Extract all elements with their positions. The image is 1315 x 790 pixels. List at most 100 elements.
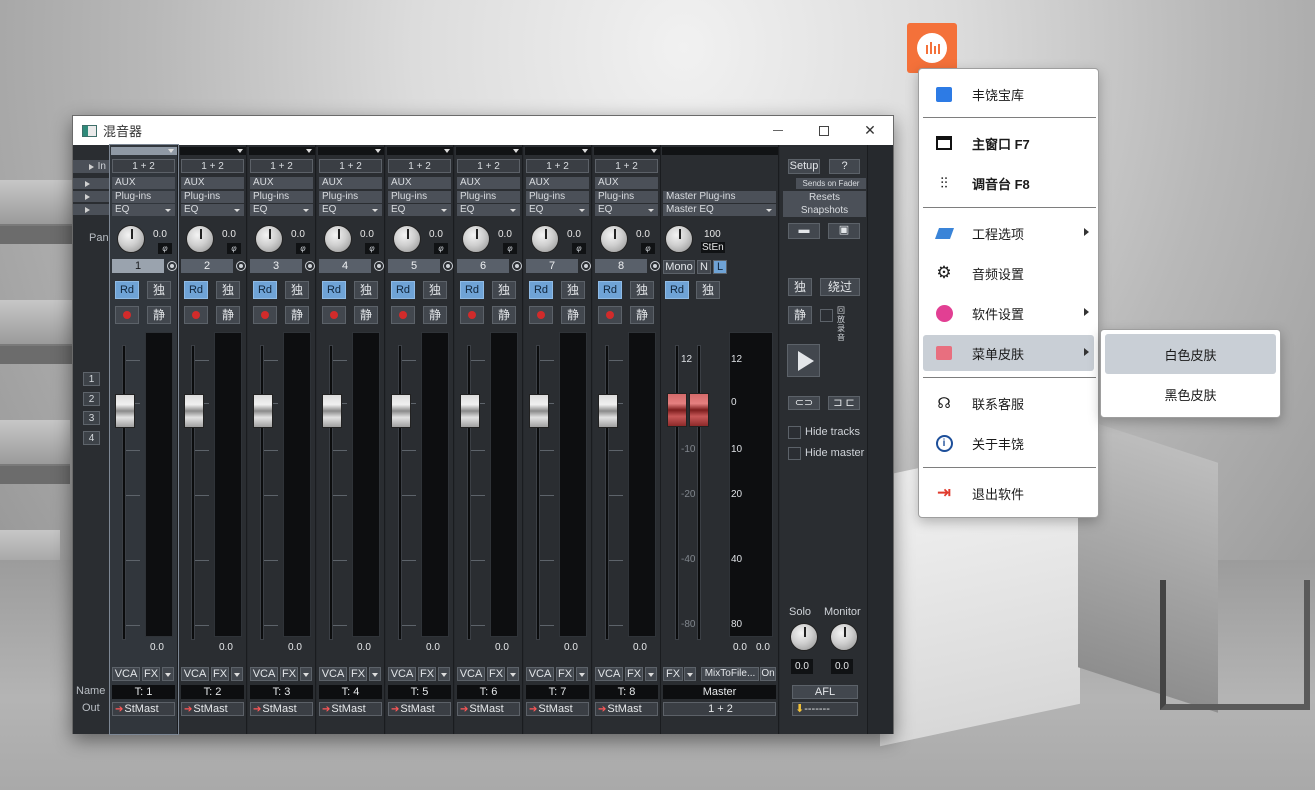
n-button[interactable]: N xyxy=(697,260,711,274)
vca-button[interactable]: VCA xyxy=(388,667,416,681)
fx-button[interactable]: FX xyxy=(556,667,574,681)
channel-number[interactable]: 1 xyxy=(112,259,164,273)
plugins-slot[interactable]: Plug-ins xyxy=(457,191,520,203)
menu-item-exit[interactable]: ⇥ 退出软件 xyxy=(923,475,1094,511)
input-select[interactable]: 1 + 2 xyxy=(112,159,175,173)
monitor-out-select[interactable]: ⬇------- xyxy=(792,702,858,716)
eq-slot[interactable]: EQ xyxy=(595,204,658,216)
channel-number[interactable]: 6 xyxy=(457,259,509,273)
aux-slot[interactable]: AUX xyxy=(181,177,244,189)
menu-item-mixer[interactable]: ⫶⫶ 调音台 F8 xyxy=(923,165,1094,201)
master-fader-left[interactable] xyxy=(667,393,687,427)
afl-button[interactable]: AFL xyxy=(792,685,858,699)
l-button[interactable]: L xyxy=(713,260,727,274)
fx-dropdown[interactable] xyxy=(300,667,312,681)
record-arm-button[interactable] xyxy=(253,306,277,324)
channel-color-bar[interactable] xyxy=(387,147,453,155)
snapshots-button[interactable]: Snapshots xyxy=(783,204,866,217)
plugins-slot[interactable]: Plug-ins xyxy=(250,191,313,203)
eq-slot[interactable]: EQ xyxy=(112,204,175,216)
fx-button[interactable]: FX xyxy=(280,667,298,681)
mixtofile-button[interactable]: MixToFile... xyxy=(701,667,759,681)
record-arm-button[interactable] xyxy=(184,306,208,324)
phase-invert-button[interactable]: φ xyxy=(365,243,379,254)
volume-fader[interactable] xyxy=(460,394,480,428)
unlink-button[interactable]: ⊐ ⊏ xyxy=(828,396,860,410)
monitor-icon[interactable] xyxy=(305,261,315,271)
track-name[interactable]: T: 8 xyxy=(595,685,658,699)
record-arm-button[interactable] xyxy=(529,306,553,324)
monitor-icon[interactable] xyxy=(581,261,591,271)
group-button-3[interactable]: 3 xyxy=(83,411,100,425)
group-button-2[interactable]: 2 xyxy=(83,392,100,406)
track-name[interactable]: T: 7 xyxy=(526,685,589,699)
fx-dropdown[interactable] xyxy=(369,667,381,681)
channel-number[interactable]: 7 xyxy=(526,259,578,273)
menu-item-menu-skin[interactable]: 菜单皮肤 xyxy=(923,335,1094,371)
track-name[interactable]: T: 4 xyxy=(319,685,382,699)
global-mute-button[interactable]: 静 xyxy=(788,306,812,324)
master-pan-mode[interactable]: StEn xyxy=(701,242,725,253)
mute-button[interactable]: 静 xyxy=(354,306,378,324)
output-select[interactable]: ➔StMast xyxy=(388,702,451,716)
solo-button[interactable]: 独 xyxy=(285,281,309,299)
master-plugins-slot[interactable]: Master Plug-ins xyxy=(663,191,776,203)
vca-button[interactable]: VCA xyxy=(181,667,209,681)
eq-slot[interactable]: EQ xyxy=(250,204,313,216)
mute-button[interactable]: 静 xyxy=(492,306,516,324)
maximize-button[interactable] xyxy=(801,116,847,145)
phase-invert-button[interactable]: φ xyxy=(503,243,517,254)
minimize-button[interactable] xyxy=(755,116,801,145)
read-automation-button[interactable]: Rd xyxy=(460,281,484,299)
fx-dropdown[interactable] xyxy=(576,667,588,681)
master-solo-button[interactable]: 独 xyxy=(696,281,720,299)
output-select[interactable]: ➔StMast xyxy=(595,702,658,716)
master-read-button[interactable]: Rd xyxy=(665,281,689,299)
aux-slot[interactable]: AUX xyxy=(112,177,175,189)
master-fader-right[interactable] xyxy=(689,393,709,427)
channel-color-bar[interactable] xyxy=(180,147,246,155)
read-automation-button[interactable]: Rd xyxy=(115,281,139,299)
channel-color-bar[interactable] xyxy=(318,147,384,155)
plugins-slot[interactable]: Plug-ins xyxy=(181,191,244,203)
eq-row-toggle[interactable] xyxy=(73,204,109,216)
master-fx-button[interactable]: FX xyxy=(663,667,683,681)
plugins-slot[interactable]: Plug-ins xyxy=(388,191,451,203)
global-solo-button[interactable]: 独 xyxy=(788,278,812,296)
read-automation-button[interactable]: Rd xyxy=(391,281,415,299)
record-arm-button[interactable] xyxy=(460,306,484,324)
record-arm-button[interactable] xyxy=(391,306,415,324)
mute-button[interactable]: 静 xyxy=(630,306,654,324)
channel-number[interactable]: 5 xyxy=(388,259,440,273)
input-select[interactable]: 1 + 2 xyxy=(250,159,313,173)
pan-knob[interactable] xyxy=(255,225,283,253)
input-select[interactable]: 1 + 2 xyxy=(526,159,589,173)
phase-invert-button[interactable]: φ xyxy=(158,243,172,254)
menu-item-about[interactable]: i 关于丰饶 xyxy=(923,425,1094,461)
volume-fader[interactable] xyxy=(253,394,273,428)
pan-knob[interactable] xyxy=(324,225,352,253)
record-playback-checkbox[interactable] xyxy=(820,309,833,322)
solo-button[interactable]: 独 xyxy=(354,281,378,299)
eq-slot[interactable]: EQ xyxy=(526,204,589,216)
track-name[interactable]: T: 1 xyxy=(112,685,175,699)
fx-button[interactable]: FX xyxy=(349,667,367,681)
close-button[interactable]: ✕ xyxy=(847,116,893,145)
volume-fader[interactable] xyxy=(598,394,618,428)
eq-slot[interactable]: EQ xyxy=(319,204,382,216)
eq-slot[interactable]: EQ xyxy=(181,204,244,216)
menu-item-project-options[interactable]: 工程选项 xyxy=(923,215,1094,251)
aux-row-toggle[interactable] xyxy=(73,178,109,190)
pan-knob[interactable] xyxy=(117,225,145,253)
output-select[interactable]: ➔StMast xyxy=(181,702,244,716)
solo-level-knob[interactable] xyxy=(790,623,818,651)
plugins-row-toggle[interactable] xyxy=(73,191,109,203)
volume-fader[interactable] xyxy=(184,394,204,428)
mute-button[interactable]: 静 xyxy=(216,306,240,324)
solo-button[interactable]: 独 xyxy=(147,281,171,299)
phase-invert-button[interactable]: φ xyxy=(641,243,655,254)
menu-item-contact-support[interactable]: ☊ 联系客服 xyxy=(923,385,1094,421)
track-name[interactable]: T: 6 xyxy=(457,685,520,699)
input-select[interactable]: 1 + 2 xyxy=(181,159,244,173)
record-arm-button[interactable] xyxy=(115,306,139,324)
